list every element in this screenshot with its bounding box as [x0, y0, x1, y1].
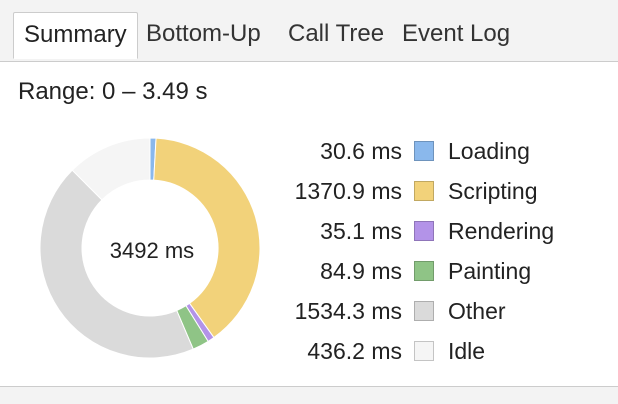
- legend-label: Painting: [448, 258, 532, 284]
- legend-value: 84.9 ms: [320, 258, 402, 284]
- legend-label: Scripting: [448, 178, 538, 204]
- legend-value: 436.2 ms: [307, 338, 402, 364]
- swatch-scripting: [414, 181, 434, 201]
- legend-value: 1370.9 ms: [294, 178, 402, 204]
- tab-bottom-up[interactable]: Bottom-Up: [136, 12, 271, 58]
- legend-label: Other: [448, 298, 506, 324]
- swatch-other: [414, 301, 434, 321]
- legend-label: Idle: [448, 338, 486, 364]
- legend-value: 1534.3 ms: [294, 298, 402, 324]
- swatch-rendering: [414, 221, 434, 241]
- swatch-loading: [414, 141, 434, 161]
- tab-bar: Summary Bottom-Up Call Tree Event Log: [0, 0, 618, 62]
- swatch-idle: [414, 341, 434, 361]
- legend-item-other: 1534.3 ms Other: [200, 296, 618, 326]
- tab-summary[interactable]: Summary: [13, 12, 138, 59]
- tab-call-tree[interactable]: Call Tree: [278, 12, 394, 58]
- legend-value: 35.1 ms: [320, 218, 402, 244]
- tab-event-log[interactable]: Event Log: [392, 12, 520, 58]
- swatch-painting: [414, 261, 434, 281]
- donut-center-total: 3492 ms: [110, 238, 194, 263]
- donut-slice-other: [39, 169, 194, 359]
- legend-value: 30.6 ms: [320, 138, 402, 164]
- legend-item-idle: 436.2 ms Idle: [200, 336, 618, 366]
- legend-item-loading: 30.6 ms Loading: [200, 136, 618, 166]
- legend-label: Rendering: [448, 218, 555, 244]
- legend-item-scripting: 1370.9 ms Scripting: [200, 176, 618, 206]
- range-label: Range: 0 – 3.49 s: [18, 78, 208, 105]
- bottom-scroll-area: [0, 386, 618, 404]
- legend-label: Loading: [448, 138, 530, 164]
- legend-item-painting: 84.9 ms Painting: [200, 256, 618, 286]
- legend-item-rendering: 35.1 ms Rendering: [200, 216, 618, 246]
- summary-donut-chart: 3492 ms: [39, 137, 261, 359]
